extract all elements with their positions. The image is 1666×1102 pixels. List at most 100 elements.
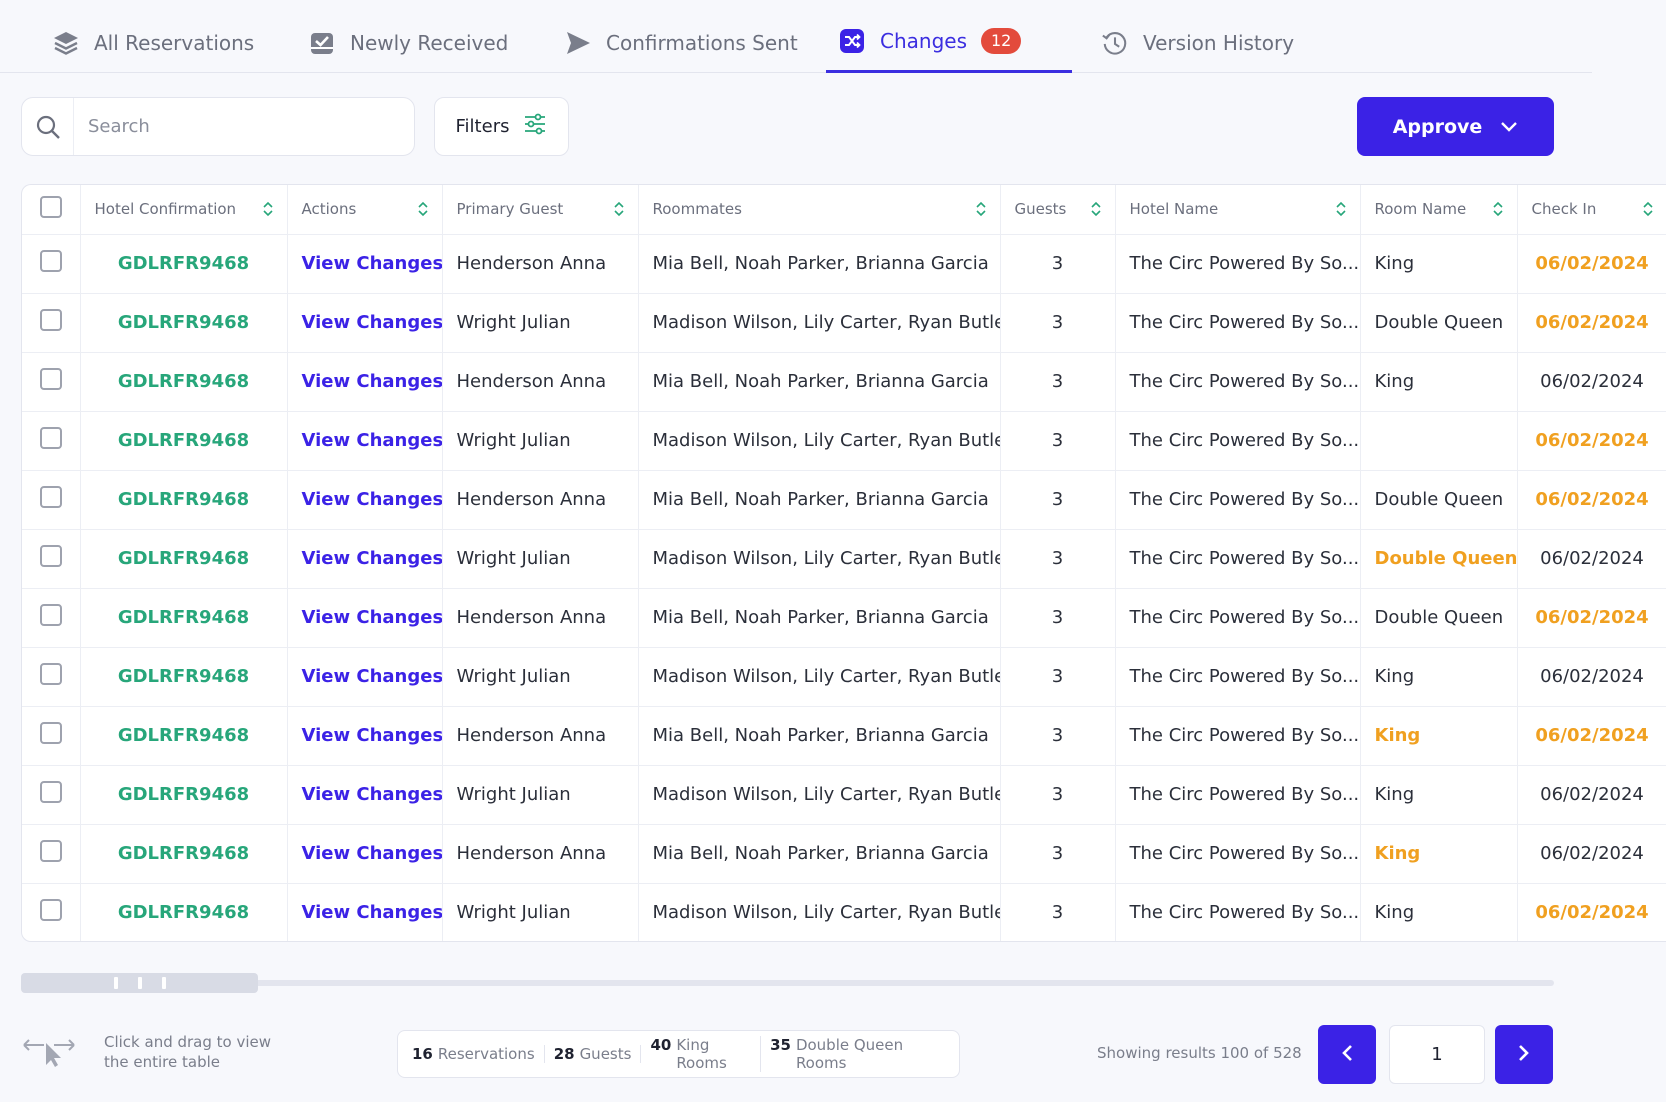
row-checkbox[interactable] (39, 309, 62, 331)
room-name-cell: Double Queen (1360, 588, 1518, 648)
sort-icon[interactable] (975, 201, 986, 217)
hotel-confirmation-cell: GDLRFR9468 (80, 883, 288, 941)
row-select-cell (22, 706, 81, 766)
check-in-cell: 06/02/2024 (1517, 293, 1666, 353)
view-changes-link[interactable]: View Changes (287, 352, 443, 412)
row-checkbox[interactable] (39, 899, 62, 922)
hotel-confirmation-cell: GDLRFR9468 (80, 352, 288, 412)
previous-page-button[interactable] (1318, 1025, 1376, 1084)
search-input[interactable] (88, 116, 388, 137)
row-checkbox[interactable] (39, 781, 62, 803)
view-changes-link[interactable]: View Changes (287, 824, 443, 884)
view-changes-link[interactable]: View Changes (287, 529, 443, 589)
column-header-primary-guest[interactable]: Primary Guest (442, 185, 639, 235)
row-select-cell (22, 529, 81, 589)
view-changes-link[interactable]: View Changes (287, 647, 443, 707)
select-all-checkbox[interactable] (39, 196, 62, 219)
horizontal-scrollbar-thumb[interactable] (21, 973, 258, 993)
view-changes-link[interactable]: View Changes (287, 234, 443, 294)
row-checkbox[interactable] (39, 722, 62, 744)
tab-version-history[interactable]: Version History (1089, 22, 1306, 73)
filters-button[interactable]: Filters (434, 97, 569, 156)
row-checkbox[interactable] (39, 604, 62, 626)
tab-label: Confirmations Sent (606, 30, 798, 55)
tab-bar: All Reservations Newly Received Confirma… (0, 0, 1592, 73)
check-in-cell: 06/02/2024 (1517, 706, 1666, 766)
tab-all-reservations[interactable]: All Reservations (40, 22, 266, 73)
column-header-guests[interactable]: Guests (1000, 185, 1116, 235)
view-changes-link[interactable]: View Changes (287, 470, 443, 530)
tab-newly-received[interactable]: Newly Received (296, 22, 520, 73)
column-label: Roommates (652, 200, 742, 219)
next-page-button[interactable] (1495, 1025, 1553, 1084)
room-name-cell: Double Queen (1360, 293, 1518, 353)
row-checkbox[interactable] (39, 486, 62, 508)
page-number-input[interactable]: 1 (1389, 1025, 1485, 1084)
hotel-confirmation-cell: GDLRFR9468 (80, 647, 288, 707)
check-in-cell: 06/02/2024 (1517, 234, 1666, 294)
sort-icon[interactable] (1492, 201, 1503, 217)
column-header-hotel-name[interactable]: Hotel Name (1115, 185, 1361, 235)
row-checkbox[interactable] (39, 427, 62, 449)
tab-label: Version History (1143, 30, 1295, 55)
primary-guest-cell: Wright Julian (442, 529, 639, 589)
column-label: Hotel Confirmation (94, 200, 237, 219)
shuffle-icon (838, 27, 866, 55)
primary-guest-cell: Wright Julian (442, 883, 639, 941)
room-name-cell: Double Queen (1360, 470, 1518, 530)
sort-icon[interactable] (613, 201, 624, 217)
results-count: Showing results 100 of 528 (1097, 1044, 1302, 1062)
row-checkbox[interactable] (39, 368, 62, 390)
view-changes-link[interactable]: View Changes (287, 765, 443, 825)
row-checkbox[interactable] (39, 250, 62, 272)
view-changes-link[interactable]: View Changes (287, 411, 443, 471)
view-changes-link[interactable]: View Changes (287, 883, 443, 941)
view-changes-link[interactable]: View Changes (287, 706, 443, 766)
table-row: GDLRFR9468 View Changes Henderson Anna Mia … (22, 234, 1666, 294)
table-row: GDLRFR9468 View Changes Wright Julian Madis… (22, 765, 1666, 825)
roommates-cell: Madison Wilson, Lily Carter, Ryan Butler (638, 883, 1001, 941)
primary-guest-cell: Henderson Anna (442, 352, 639, 412)
hotel-name-cell: The Circ Powered By So... (1115, 234, 1361, 294)
tab-label: Newly Received (350, 30, 509, 55)
chevron-right-icon (1517, 1043, 1531, 1067)
column-header-check-in[interactable]: Check In (1517, 185, 1666, 235)
room-name-cell: Double Queen (1360, 529, 1518, 589)
chevron-left-icon (1340, 1043, 1354, 1067)
hotel-confirmation-cell: GDLRFR9468 (80, 234, 288, 294)
stat-king-rooms: 40 King Rooms (641, 1036, 762, 1072)
hotel-confirmation-cell: GDLRFR9468 (80, 470, 288, 530)
hotel-name-cell: The Circ Powered By So... (1115, 411, 1361, 471)
sort-icon[interactable] (262, 201, 273, 217)
column-header-room-name[interactable]: Room Name (1360, 185, 1518, 235)
tab-confirmations-sent[interactable]: Confirmations Sent (552, 22, 810, 73)
row-checkbox[interactable] (39, 545, 62, 567)
row-checkbox[interactable] (39, 840, 62, 862)
view-changes-link[interactable]: View Changes (287, 588, 443, 648)
stat-reservations: 16 Reservations (412, 1045, 545, 1063)
room-name-cell: King (1360, 352, 1518, 412)
room-name-cell: King (1360, 234, 1518, 294)
column-header-actions[interactable]: Actions (287, 185, 443, 235)
column-header-hotel-confirmation[interactable]: Hotel Confirmation (80, 185, 288, 235)
sort-icon[interactable] (1642, 201, 1653, 217)
roommates-cell: Mia Bell, Noah Parker, Brianna Garcia (638, 824, 1001, 884)
roommates-cell: Madison Wilson, Lily Carter, Ryan Butler (638, 529, 1001, 589)
room-name-cell: King (1360, 647, 1518, 707)
view-changes-link[interactable]: View Changes (287, 293, 443, 353)
sort-icon[interactable] (1335, 201, 1346, 217)
guests-cell: 3 (1000, 234, 1116, 294)
tab-label: All Reservations (94, 30, 255, 55)
roommates-cell: Madison Wilson, Lily Carter, Ryan Butler (638, 411, 1001, 471)
roommates-cell: Mia Bell, Noah Parker, Brianna Garcia (638, 470, 1001, 530)
column-label: Primary Guest (456, 200, 564, 219)
hotel-name-cell: The Circ Powered By So... (1115, 883, 1361, 941)
stat-double-queen-rooms: 35 Double Queen Rooms (770, 1036, 904, 1072)
column-header-roommates[interactable]: Roommates (638, 185, 1001, 235)
approve-button[interactable]: Approve (1357, 97, 1554, 156)
sort-icon[interactable] (1090, 201, 1101, 217)
sort-icon[interactable] (417, 201, 428, 217)
check-in-cell: 06/02/2024 (1517, 647, 1666, 707)
row-checkbox[interactable] (39, 663, 62, 685)
tab-changes[interactable]: Changes 12 (826, 22, 1072, 73)
